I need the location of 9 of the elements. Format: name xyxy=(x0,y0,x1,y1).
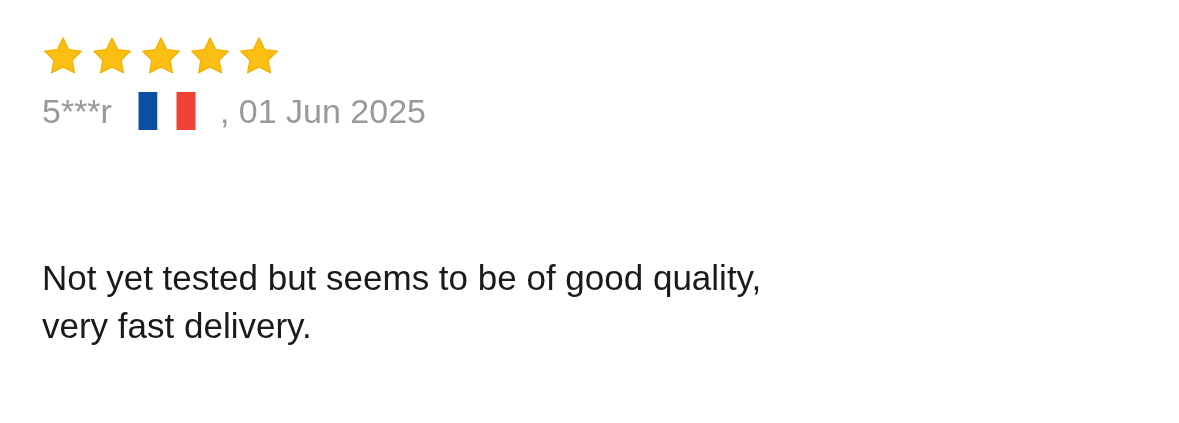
star-icon xyxy=(140,36,182,76)
star-icon xyxy=(189,36,231,76)
star-icon xyxy=(42,36,84,76)
review-date: , 01 Jun 2025 xyxy=(219,94,426,128)
review-text: Not yet tested but seems to be of good quality, very fast delivery. xyxy=(42,257,763,347)
flag-icon xyxy=(137,92,196,130)
star-icon xyxy=(91,36,133,76)
reviewer-name: 5***r xyxy=(42,94,112,128)
star-icon xyxy=(238,36,280,76)
